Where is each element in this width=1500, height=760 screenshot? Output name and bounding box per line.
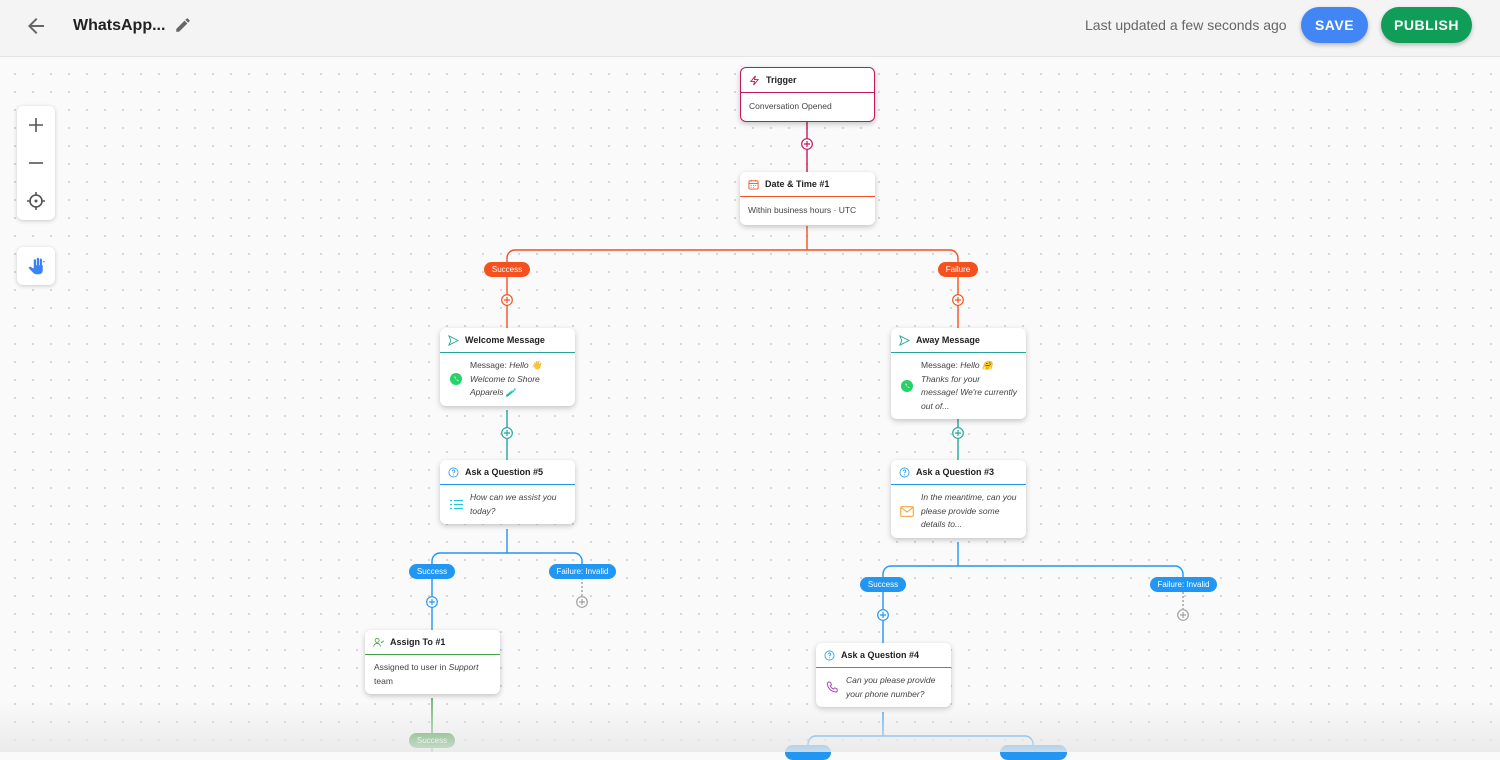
plus-icon [29, 118, 43, 132]
datetime-node[interactable]: Date & Time #1 Within business hours · U… [740, 172, 875, 225]
message-label: Message: [470, 360, 510, 370]
question-text: In the meantime, can you please provide … [921, 492, 1017, 529]
zoom-in-button[interactable] [17, 106, 55, 144]
question-circle-icon [448, 467, 459, 478]
add-step-button[interactable] [576, 596, 588, 608]
crosshair-icon [27, 192, 45, 210]
ask-question-5-node[interactable]: Ask a Question #5 How can we assist you … [440, 460, 575, 524]
add-step-button[interactable] [877, 609, 889, 621]
branch-success-label[interactable]: Success [409, 564, 455, 579]
minus-icon [29, 162, 43, 164]
save-button[interactable]: SAVE [1301, 7, 1368, 43]
whatsapp-icon [449, 373, 463, 386]
pan-tool-button[interactable] [17, 247, 55, 285]
node-title: Away Message [916, 335, 980, 345]
add-step-button[interactable] [501, 294, 513, 306]
question-circle-icon [899, 467, 910, 478]
pan-control [17, 247, 55, 285]
connector-q3-branches [882, 542, 1184, 615]
node-title: Welcome Message [465, 335, 545, 345]
add-step-button[interactable] [952, 294, 964, 306]
node-title: Ask a Question #4 [841, 650, 920, 660]
edit-title-button[interactable] [174, 16, 192, 34]
trigger-node[interactable]: Trigger Conversation Opened [740, 67, 875, 122]
node-title: Trigger [766, 75, 797, 85]
node-body: Conversation Opened [749, 101, 832, 111]
hand-icon [28, 257, 45, 275]
branch-failure-label[interactable]: Failure [938, 262, 978, 277]
question-text: Can you please provide your phone number… [846, 675, 936, 699]
whatsapp-icon [900, 380, 914, 392]
add-step-button[interactable] [426, 596, 438, 608]
message-label: Message: [921, 360, 961, 370]
add-step-button[interactable] [952, 427, 964, 439]
question-text: How can we assist you today? [470, 492, 557, 516]
branch-failure-invalid-label[interactable]: Failure: Invalid [549, 564, 616, 579]
list-icon [449, 499, 463, 510]
pencil-icon [176, 18, 190, 32]
workflow-title: WhatsApp... [73, 17, 166, 34]
publish-button[interactable]: PUBLISH [1381, 7, 1472, 43]
zoom-out-button[interactable] [17, 144, 55, 182]
away-message-node[interactable]: Away Message Message: Hello 🤗 Thanks for… [891, 328, 1026, 419]
branch-success-label[interactable]: Success [484, 262, 530, 277]
node-title: Assign To #1 [390, 637, 446, 647]
add-step-button[interactable] [801, 138, 813, 150]
last-updated-status: Last updated a few seconds ago [1085, 17, 1287, 33]
arrow-left-icon [28, 18, 44, 34]
node-title: Date & Time #1 [765, 179, 830, 189]
zoom-controls [17, 106, 55, 220]
assign-team: Support [448, 662, 479, 672]
send-icon [899, 334, 910, 346]
connector-datetime-branches [506, 226, 959, 300]
ask-question-4-node[interactable]: Ask a Question #4 Can you please provide… [816, 643, 951, 707]
add-step-button[interactable] [1177, 609, 1189, 621]
node-title: Ask a Question #5 [465, 467, 544, 477]
phone-icon [825, 681, 839, 694]
back-button[interactable] [24, 14, 48, 38]
node-title: Ask a Question #3 [916, 467, 995, 477]
branch-success-label[interactable] [785, 745, 831, 760]
recenter-button[interactable] [17, 182, 55, 220]
calendar-icon [748, 179, 759, 190]
branch-failure-invalid-label[interactable] [1000, 745, 1067, 760]
node-body: Within business hours · UTC [748, 205, 857, 215]
envelope-icon [900, 505, 914, 517]
branch-success-label[interactable]: Success [409, 733, 455, 748]
branch-success-label[interactable]: Success [860, 577, 906, 592]
assign-prefix: Assigned to user in [374, 662, 449, 672]
branch-failure-invalid-label[interactable]: Failure: Invalid [1150, 577, 1217, 592]
assign-suffix: team [374, 675, 393, 686]
ask-question-3-node[interactable]: Ask a Question #3 In the meantime, can y… [891, 460, 1026, 538]
top-bar: WhatsApp... Last updated a few seconds a… [0, 0, 1500, 57]
welcome-message-node[interactable]: Welcome Message Message: Hello 👋 Welcome… [440, 328, 575, 406]
assign-to-node[interactable]: Assign To #1 Assigned to user in Support… [365, 630, 500, 694]
assign-user-icon [373, 637, 384, 648]
question-circle-icon [824, 650, 835, 661]
connector-q4-branches [807, 712, 1034, 752]
send-icon [448, 334, 459, 346]
add-step-button[interactable] [501, 427, 513, 439]
lightning-icon [749, 75, 760, 86]
